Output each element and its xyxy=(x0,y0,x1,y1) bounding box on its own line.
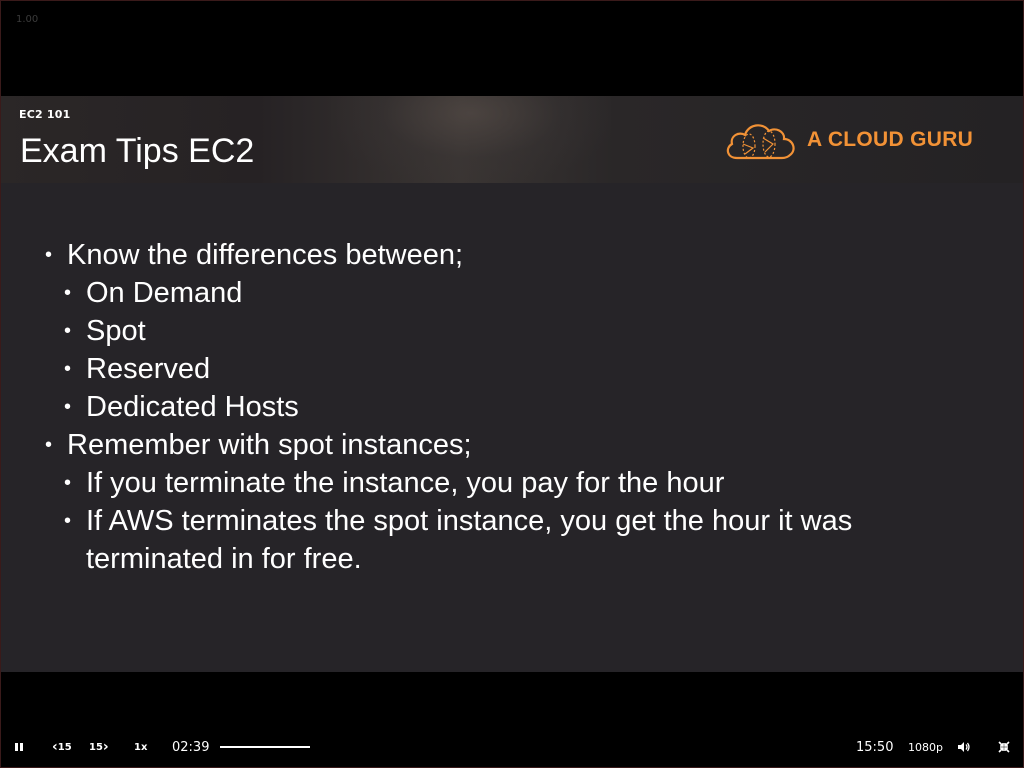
sub-bullet-item: • Dedicated Hosts xyxy=(64,388,299,426)
bullet-text: If you terminate the instance, you pay f… xyxy=(86,467,725,499)
exit-fullscreen-icon xyxy=(998,741,1010,753)
sub-bullet-continuation: terminated in for free. xyxy=(86,540,362,578)
bullet-text: Remember with spot instances; xyxy=(67,429,472,461)
bullet-dot-icon: • xyxy=(64,472,72,494)
bullet-text: Dedicated Hosts xyxy=(86,391,299,423)
rewind-15-button[interactable]: ‹ 15 xyxy=(52,732,72,762)
fullscreen-button[interactable] xyxy=(998,732,1010,762)
instructor-overlay xyxy=(331,96,611,183)
current-time: 02:39 xyxy=(172,732,209,762)
video-surface[interactable]: EC2 101 Exam Tips EC2 A CLOUD GURU • Kno… xyxy=(1,96,1023,672)
bullet-text: Reserved xyxy=(86,353,211,385)
sub-bullet-item: • If you terminate the instance, you pay… xyxy=(64,464,724,502)
quality-label: 1080p xyxy=(908,740,943,754)
sub-bullet-item: • Spot xyxy=(64,312,146,350)
bullet-item: • Remember with spot instances; xyxy=(45,426,472,464)
speed-label: 1x xyxy=(134,741,148,753)
duration-label: 15:50 xyxy=(856,739,894,755)
brand-logo: A CLOUD GURU xyxy=(723,118,973,162)
pause-icon xyxy=(15,743,23,751)
quality-button[interactable]: 1080p xyxy=(908,732,943,762)
volume-button[interactable] xyxy=(957,732,971,762)
cloud-logo-icon xyxy=(726,124,795,160)
bullet-text: On Demand xyxy=(86,277,243,309)
playback-speed-button[interactable]: 1x xyxy=(134,732,147,762)
current-time-label: 02:39 xyxy=(172,739,210,755)
course-label: EC2 101 xyxy=(19,108,71,121)
bullet-dot-icon: • xyxy=(45,244,53,266)
bullet-text: Spot xyxy=(86,315,146,347)
sub-bullet-item: • On Demand xyxy=(64,274,242,312)
forward-15-button[interactable]: 15 › xyxy=(89,732,109,762)
bullet-text: If AWS terminates the spot instance, you… xyxy=(86,505,853,537)
slide-header: EC2 101 Exam Tips EC2 A CLOUD GURU xyxy=(1,96,1023,183)
progress-bar[interactable] xyxy=(220,746,310,748)
play-pause-button[interactable] xyxy=(14,732,24,762)
bullet-dot-icon: • xyxy=(64,282,72,304)
sub-bullet-item: • If AWS terminates the spot instance, y… xyxy=(64,502,852,540)
bullet-dot-icon: • xyxy=(64,320,72,342)
bullet-text: Know the differences between; xyxy=(67,239,464,271)
slide-title: Exam Tips EC2 xyxy=(20,132,255,170)
player-controls: ‹ 15 15 › 1x 02:39 15:50 1080p xyxy=(0,732,1024,762)
rewind-label: 15 xyxy=(57,741,72,753)
bullet-dot-icon: • xyxy=(45,434,53,456)
bullet-dot-icon: • xyxy=(64,396,72,418)
brand-logo-text: A CLOUD GURU xyxy=(807,128,974,151)
bullet-text: terminated in for free. xyxy=(86,543,362,575)
bullet-item: • Know the differences between; xyxy=(45,236,463,274)
bullet-dot-icon: • xyxy=(64,510,72,532)
sub-bullet-item: • Reserved xyxy=(64,350,210,388)
bullet-dot-icon: • xyxy=(64,358,72,380)
forward-label: 15 xyxy=(89,741,103,753)
speed-indicator-overlay: 1.00 xyxy=(16,14,39,25)
volume-icon xyxy=(958,742,970,752)
forward-chevron-icon: › xyxy=(102,739,109,755)
duration: 15:50 xyxy=(856,732,893,762)
